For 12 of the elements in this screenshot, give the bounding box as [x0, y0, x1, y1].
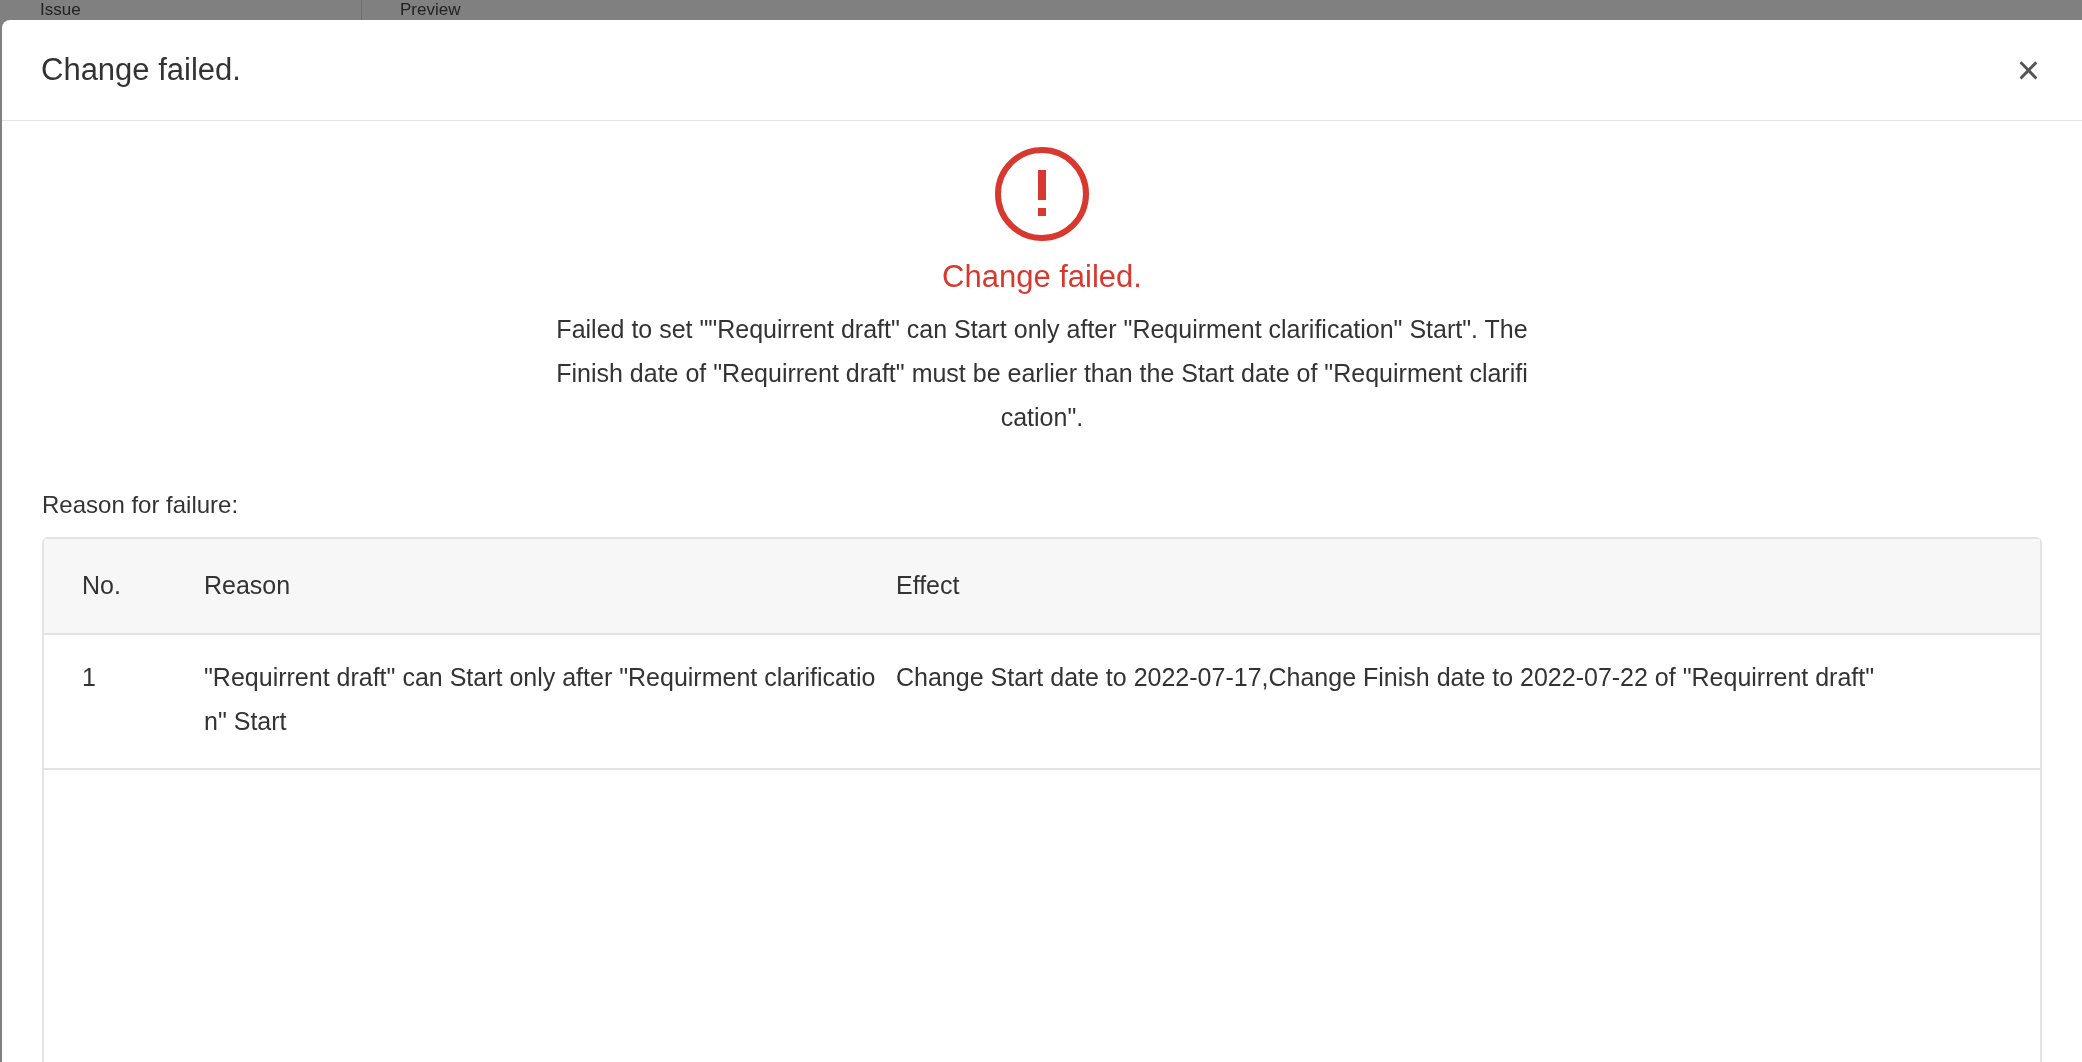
column-header: Reason [204, 538, 896, 635]
table-label: Reason for failure: [42, 489, 240, 520]
column-header: No. [44, 538, 204, 635]
column-header: Effect [896, 538, 2040, 635]
table-cell: Change Start date to 2022-07-17,Change Finish date to 2022-07-22 of "Requirrent draft" [896, 634, 2040, 770]
table-cell: 1 [44, 634, 204, 770]
table-cell: "Requirrent draft" can Start only after "Requirment clarification" Start [204, 634, 896, 770]
close-button[interactable]: × [2012, 50, 2044, 90]
status-message: Failed to set ""Requirrent draft" can Start only after "Requirment clarification" Start". The Finish date of "Requirrent draft" must be earlier than the Start date of "Requirment clarification". [555, 313, 1529, 433]
dialog-title: Change failed. [41, 51, 241, 89]
status-heading: Change failed. [942, 258, 1142, 296]
background-column-header: Preview [399, 0, 461, 20]
